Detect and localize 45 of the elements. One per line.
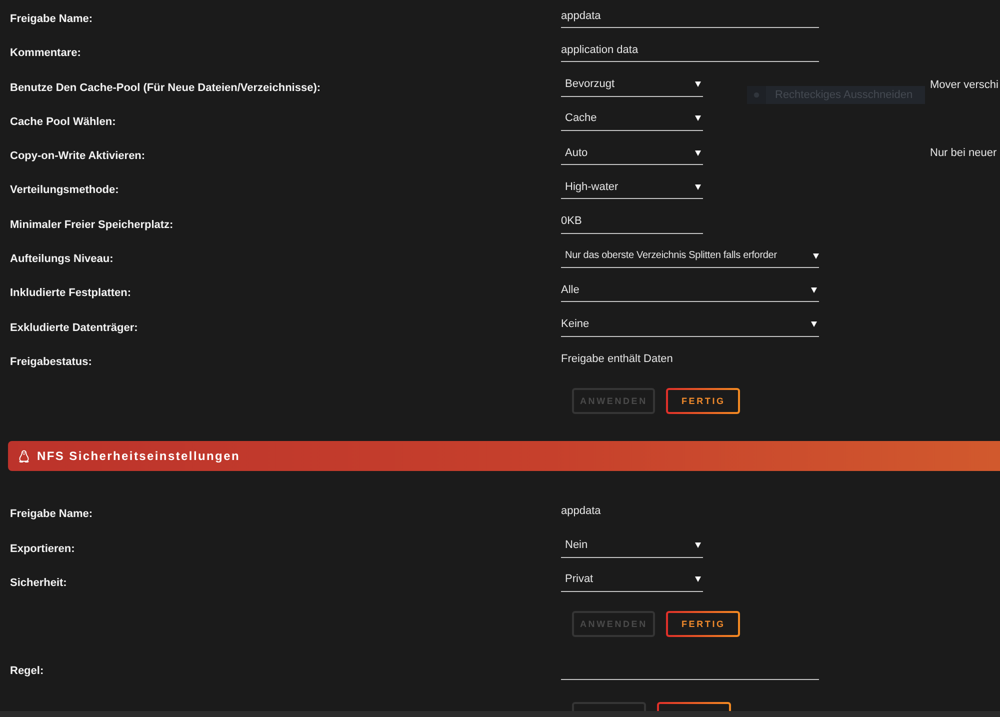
text-input[interactable]: 0KB [561,210,703,234]
status-text: appdata [561,504,601,518]
section-title: NFS Sicherheitseinstellungen [37,449,240,464]
dropdown[interactable]: Cache [561,106,703,131]
field-label: Cache Pool Wählen: [10,114,116,129]
hint-text: Nur bei neuer [930,146,997,160]
field-label: Regel: [10,664,44,678]
cut-off-button[interactable] [657,702,731,711]
dropdown[interactable]: Nur das oberste Verzeichnis Splitten falls erforder [561,244,819,268]
dropdown[interactable]: Auto [561,141,703,166]
caret-icon [695,184,701,190]
field-label: Verteilungsmethode: [10,183,119,198]
caret-icon [695,81,701,88]
done-button[interactable]: FERTIG [666,388,740,414]
caret-icon [811,286,817,293]
field-label: Freigabestatus: [10,354,92,369]
dropdown[interactable]: Keine [561,312,819,337]
caret-icon [813,252,819,259]
hint-text: Mover verschi [930,78,998,92]
field-label: Sicherheit: [10,576,67,590]
caret-icon [695,576,701,582]
dropdown[interactable]: Privat [561,568,703,592]
caret-icon [695,150,701,156]
caret-icon [695,115,701,122]
dropdown[interactable]: Nein [561,534,703,558]
field-label: Kommentare: [10,46,81,60]
field-label: Minimaler Freier Speicherplatz: [10,218,174,232]
status-text: Freigabe enthält Daten [561,352,673,366]
field-label: Freigabe Name: [10,507,93,522]
caret-icon [811,321,817,328]
text-input[interactable]: appdata [561,4,819,28]
done-button[interactable]: FERTIG [666,611,740,638]
field-label: Exkludierte Datenträger: [10,320,138,335]
field-label: Aufteilungs Niveau: [10,252,114,266]
field-label: Freigabe Name: [10,12,93,26]
dropdown[interactable]: High-water [561,175,703,200]
dropdown[interactable]: Bevorzugt [561,72,703,97]
field-label: Exportieren: [10,542,75,556]
text-input[interactable]: application data [561,38,819,62]
dropdown[interactable]: Alle [561,278,819,302]
field-label: Inkludierte Festplatten: [10,286,132,300]
caret-icon [695,542,701,548]
field-label: Benutze Den Cache-Pool (Für Neue Dateien/Verzeichnisse): [10,80,321,95]
field-label: Copy-on-Write Aktivieren: [10,149,146,164]
penguin-icon [18,450,30,463]
